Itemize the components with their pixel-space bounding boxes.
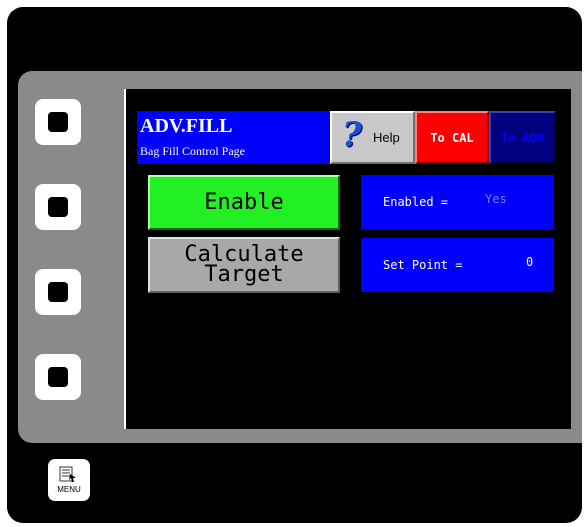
help-button-label: Help <box>373 130 400 145</box>
soft-key-2[interactable] <box>35 184 81 230</box>
soft-key-4[interactable] <box>35 354 81 400</box>
menu-list-icon <box>59 466 76 482</box>
soft-key-1[interactable] <box>35 99 81 145</box>
set-point-value: 0 <box>526 255 534 269</box>
soft-key-3-indicator <box>48 282 68 302</box>
menu-button[interactable]: MENU <box>48 459 90 501</box>
soft-key-1-indicator <box>48 112 68 132</box>
page-title-bar: ADV.FILL Bag Fill Control Page <box>137 111 330 164</box>
calculate-target-label-line2: Target <box>204 262 284 287</box>
enabled-status-value: Yes <box>485 192 507 206</box>
hmi-screen: ADV.FILL Bag Fill Control Page ? Help To… <box>124 89 571 429</box>
enabled-status-display: Enabled = Yes <box>361 175 554 229</box>
to-adm-button[interactable]: To ADM <box>489 111 556 164</box>
to-cal-button[interactable]: To CAL <box>415 111 489 164</box>
soft-key-4-indicator <box>48 367 68 387</box>
calculate-target-button[interactable]: Calculate Target <box>148 237 340 293</box>
soft-key-3[interactable] <box>35 269 81 315</box>
enable-button[interactable]: Enable <box>148 175 340 230</box>
soft-key-2-indicator <box>48 197 68 217</box>
enabled-status-label: Enabled = <box>383 195 449 209</box>
set-point-label: Set Point = <box>383 258 463 272</box>
set-point-display: Set Point = 0 <box>361 238 554 292</box>
hmi-device: ADV.FILL Bag Fill Control Page ? Help To… <box>7 7 582 523</box>
question-mark-icon: ? <box>342 115 362 155</box>
help-button[interactable]: ? Help <box>330 111 415 164</box>
menu-button-label: MENU <box>57 485 81 494</box>
page-title: ADV.FILL <box>140 115 233 137</box>
page-subtitle: Bag Fill Control Page <box>140 144 245 158</box>
